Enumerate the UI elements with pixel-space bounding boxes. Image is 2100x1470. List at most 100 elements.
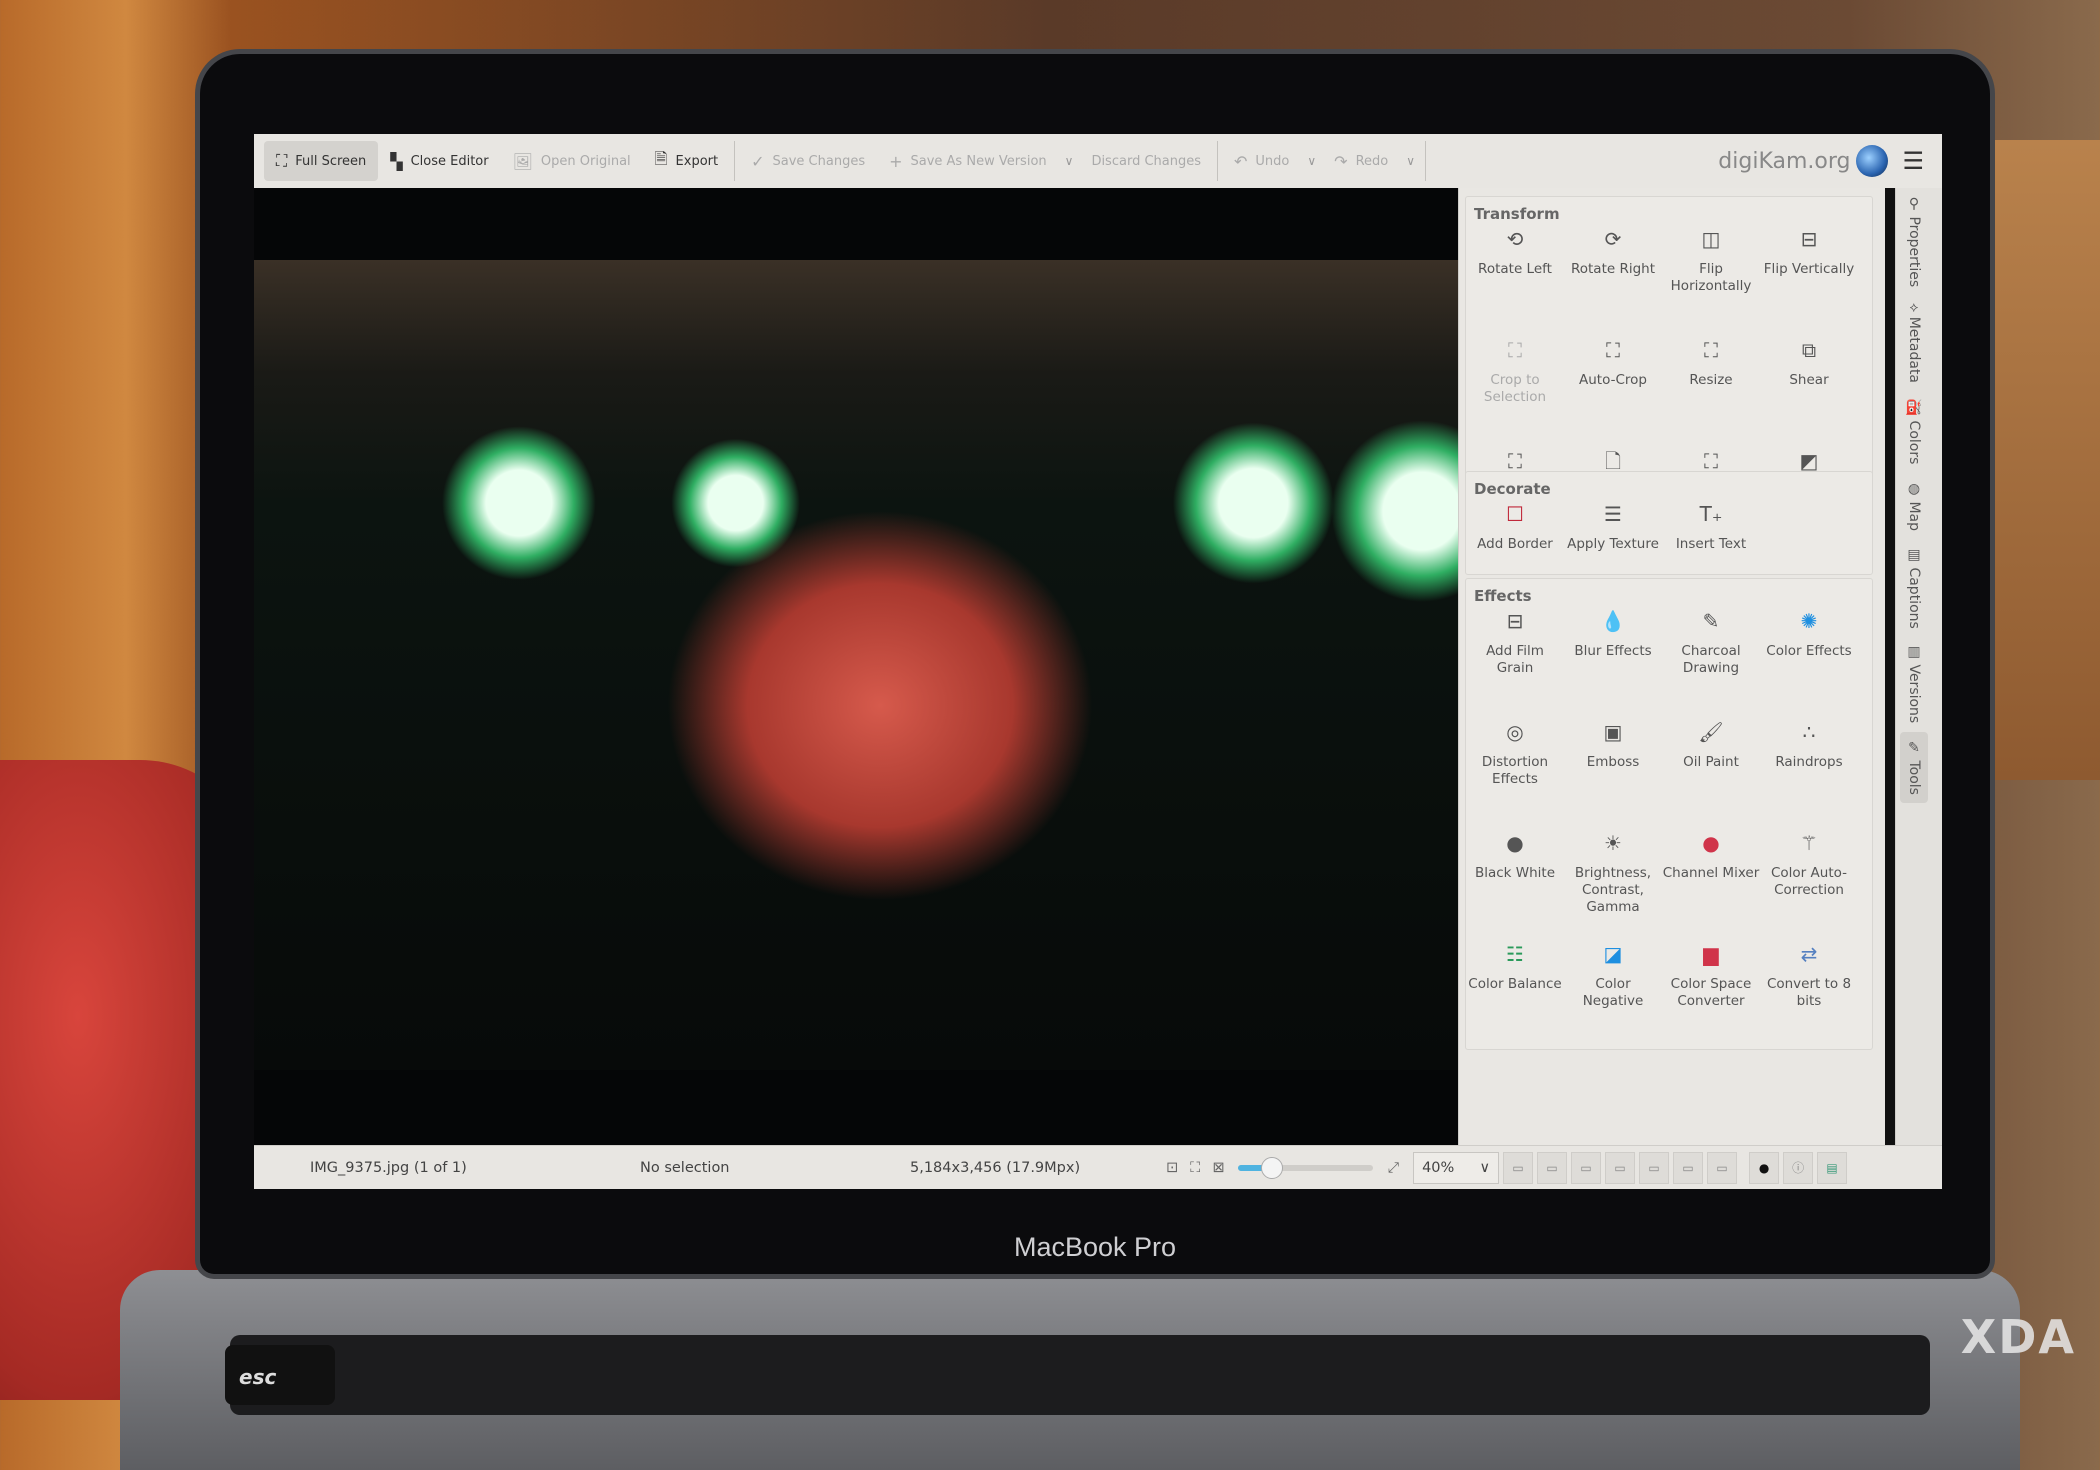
tool-label: Emboss [1586, 754, 1640, 770]
tool-label: Color Balance [1468, 976, 1562, 992]
tool-rotate-left[interactable]: ⟲ Rotate Left [1466, 223, 1564, 334]
close-editor-button[interactable]: ▚ Close Editor [378, 141, 500, 181]
section-title: Effects [1474, 587, 1532, 605]
tool-charcoal-drawing[interactable]: ✎ Charcoal Drawing [1662, 605, 1760, 716]
redo-button[interactable]: ↷ Redo [1322, 141, 1400, 181]
color-managed-view-icon[interactable]: ▤ [1817, 1151, 1848, 1184]
undo-button[interactable]: ↶ Undo [1222, 141, 1301, 181]
sidetab-metadata[interactable]: ⟡ Metadata [1906, 295, 1922, 391]
export-button[interactable]: 🗎 Export [643, 141, 730, 181]
tools-panel: Transform ⟲ Rotate Left ⟳ Rotate Right ◫ Flip … [1458, 188, 1885, 1145]
flip-horizontal-icon: ◫ [1701, 227, 1721, 251]
esc-key: esc [225, 1345, 335, 1405]
zoom-slider[interactable] [1238, 1156, 1374, 1179]
image-canvas[interactable] [254, 188, 1458, 1145]
tool-auto-crop[interactable]: ⛶ Auto-Crop [1564, 334, 1662, 445]
view-mode-button[interactable]: ▭ [1537, 1151, 1568, 1184]
full-screen-button[interactable]: ⛶ Full Screen [264, 141, 379, 181]
zoom-in-icon[interactable]: ⤢ [1381, 1160, 1405, 1176]
tool-label: Charcoal Drawing [1681, 643, 1741, 676]
convert-bits-icon: ⇄ [1800, 942, 1818, 966]
zoom-fit-selection-icon[interactable]: ⊡ [1160, 1160, 1184, 1176]
tool-color-balance[interactable]: ☷ Color Balance [1466, 938, 1564, 1049]
overexposure-indicator-icon[interactable]: ⓘ [1783, 1151, 1814, 1184]
tool-emboss[interactable]: ▣ Emboss [1564, 716, 1662, 827]
status-bar: IMG_9375.jpg (1 of 1) No selection 5,184… [254, 1145, 1942, 1189]
tool-channel-mixer[interactable]: ● Channel Mixer [1662, 827, 1760, 938]
view-mode-button[interactable]: ▭ [1639, 1151, 1670, 1184]
tool-rotate-right[interactable]: ⟳ Rotate Right [1564, 223, 1662, 334]
open-original-button[interactable]: 🖼 Open Original [501, 141, 643, 181]
sidetab-properties[interactable]: ⚲ Properties [1906, 188, 1922, 295]
zoom-100-icon[interactable]: ⊠ [1206, 1160, 1230, 1176]
sidetab-label: Map [1906, 501, 1922, 531]
save-changes-button[interactable]: ✓ Save Changes [739, 141, 877, 181]
tool-black-white[interactable]: ● Black White [1466, 827, 1564, 938]
tool-flip-vertically[interactable]: ⊟ Flip Vertically [1760, 223, 1858, 334]
sidetab-captions[interactable]: ▤ Captions [1906, 539, 1922, 637]
tool-blur-effects[interactable]: 💧 Blur Effects [1564, 605, 1662, 716]
tool-color-space-converter[interactable]: ▆ Color Space Converter [1662, 938, 1760, 1049]
versions-tab-icon: ▥ [1906, 644, 1922, 665]
shelf-background [1980, 140, 2100, 780]
check-icon: ✓ [751, 151, 765, 171]
chevron-down-icon[interactable]: ∨ [1059, 154, 1080, 168]
tool-label: Insert Text [1675, 536, 1747, 552]
underexposure-indicator-icon[interactable]: ● [1749, 1151, 1780, 1184]
open-original-label: Open Original [540, 153, 631, 169]
discard-changes-button[interactable]: Discard Changes [1079, 141, 1213, 181]
texture-icon: ☰ [1604, 502, 1622, 526]
tool-label: Color Space Converter [1670, 976, 1752, 1009]
xda-watermark: XDA [1960, 1310, 2076, 1364]
resize-icon: ⛶ [1704, 338, 1718, 362]
tool-color-auto-correction[interactable]: ⚚ Color Auto-Correction [1760, 827, 1858, 938]
tool-label: Raindrops [1775, 754, 1843, 770]
section-effects: Effects ⊟ Add Film Grain 💧 Blur Effects ✎ Char… [1465, 578, 1873, 1050]
hamburger-menu-icon[interactable]: ☰ [1888, 147, 1942, 175]
view-mode-button[interactable]: ▭ [1503, 1151, 1534, 1184]
section-title: Transform [1474, 205, 1560, 223]
sidetab-tools[interactable]: ✎ Tools [1900, 731, 1928, 803]
close-editor-icon: ▚ [390, 151, 403, 171]
undo-icon: ↶ [1234, 151, 1248, 171]
tool-add-film-grain[interactable]: ⊟ Add Film Grain [1466, 605, 1564, 716]
sidetab-map[interactable]: ◍ Map [1906, 473, 1922, 539]
tool-color-negative[interactable]: ◪ Color Negative [1564, 938, 1662, 1049]
zoom-select[interactable]: 40% ∨ [1413, 1151, 1500, 1184]
view-mode-button[interactable]: ▭ [1605, 1151, 1636, 1184]
tool-grid: ⊟ Add Film Grain 💧 Blur Effects ✎ Charcoal Dr… [1466, 605, 1872, 1049]
chevron-down-icon[interactable]: ∨ [1400, 154, 1421, 168]
toolbar-divider [1425, 141, 1427, 181]
tool-flip-horizontally[interactable]: ◫ Flip Horizontally [1662, 223, 1760, 334]
save-as-new-version-button[interactable]: + Save As New Version [877, 141, 1059, 181]
tool-label: Flip Horizontally [1670, 261, 1752, 294]
tool-shear[interactable]: ⧉ Shear [1760, 334, 1858, 445]
shear-icon: ⧉ [1801, 338, 1817, 362]
digikam-window: ⛶ Full Screen ▚ Close Editor 🖼 Open Origina… [254, 134, 1942, 1189]
view-mode-button[interactable]: ▭ [1571, 1151, 1602, 1184]
plus-icon: + [889, 151, 903, 171]
tool-brightness-contrast-gamma[interactable]: ☀ Brightness, Contrast, Gamma [1564, 827, 1662, 938]
tool-color-effects[interactable]: ✺ Color Effects [1760, 605, 1858, 716]
auto-crop-icon: ⛶ [1606, 338, 1620, 362]
tool-distortion-effects[interactable]: ◎ Distortion Effects [1466, 716, 1564, 827]
redo-label: Redo [1355, 153, 1389, 169]
view-mode-button[interactable]: ▭ [1673, 1151, 1704, 1184]
tool-convert-to-8-bits[interactable]: ⇄ Convert to 8 bits [1760, 938, 1858, 1049]
toolbar-divider [1217, 141, 1218, 181]
full-screen-label: Full Screen [295, 153, 367, 169]
zoom-slider-handle[interactable] [1261, 1156, 1284, 1179]
flip-vertical-icon: ⊟ [1800, 227, 1818, 251]
tool-crop-to-selection[interactable]: ⛶ Crop to Selection [1466, 334, 1564, 445]
sidetab-colors[interactable]: ⛽ Colors [1906, 391, 1922, 472]
chevron-down-icon[interactable]: ∨ [1301, 154, 1322, 168]
view-mode-button[interactable]: ▭ [1707, 1151, 1738, 1184]
sidetab-versions[interactable]: ▥ Versions [1906, 636, 1922, 731]
zoom-fit-window-icon[interactable]: ⛶ [1184, 1160, 1206, 1176]
tool-label: Convert to 8 bits [1766, 976, 1852, 1009]
status-filename: IMG_9375.jpg (1 of 1) [310, 1159, 467, 1176]
tool-oil-paint[interactable]: 🖌 Oil Paint [1662, 716, 1760, 827]
save-as-new-version-label: Save As New Version [910, 153, 1047, 169]
tool-raindrops[interactable]: ∴ Raindrops [1760, 716, 1858, 827]
tool-resize[interactable]: ⛶ Resize [1662, 334, 1760, 445]
